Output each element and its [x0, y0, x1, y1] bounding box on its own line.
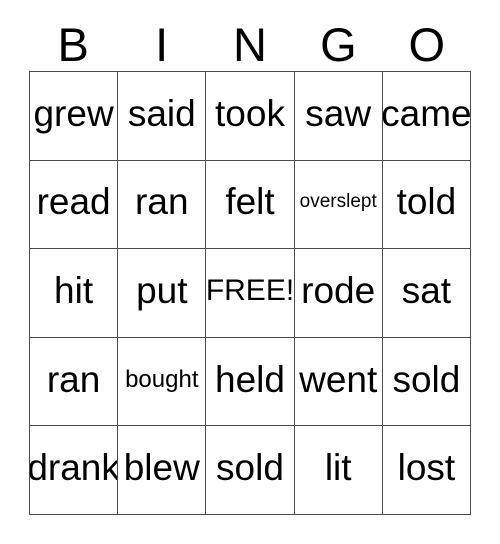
- bingo-cell-r2c0[interactable]: hit: [30, 249, 119, 338]
- bingo-cell-label: told: [396, 181, 457, 223]
- bingo-cell-r1c1[interactable]: ran: [118, 160, 207, 250]
- bingo-cell-label: rode: [301, 269, 376, 311]
- bingo-cell-label: grew: [33, 92, 114, 134]
- bingo-header-letter-o: O: [408, 18, 446, 71]
- bingo-header-letter-g: G: [320, 18, 357, 71]
- bingo-cell-label: took: [215, 92, 285, 134]
- bingo-cell-r4c4[interactable]: lost: [382, 426, 471, 515]
- bingo-cell-label: ran: [135, 181, 189, 223]
- bingo-cell-r2c3[interactable]: rode: [294, 249, 383, 338]
- bingo-cell-label: blew: [123, 447, 200, 489]
- bingo-cell-r0c3[interactable]: saw: [294, 72, 383, 161]
- bingo-header-letter-i: I: [155, 18, 169, 71]
- bingo-cell-label: sat: [401, 269, 452, 311]
- bingo-cell-label: bought: [125, 366, 199, 394]
- bingo-grid: grew said took saw came read ran felt ov…: [29, 71, 471, 515]
- bingo-cell-label: went: [299, 358, 378, 400]
- bingo-cell-label: saw: [305, 92, 372, 134]
- bingo-cell-label: held: [215, 358, 285, 400]
- bingo-cell-r0c2[interactable]: took: [206, 72, 295, 161]
- bingo-cell-r3c2[interactable]: held: [206, 337, 295, 427]
- bingo-cell-label: drank: [30, 447, 119, 489]
- bingo-cell-r1c0[interactable]: read: [30, 160, 119, 250]
- bingo-cell-r1c2[interactable]: felt: [206, 160, 295, 250]
- bingo-cell-r3c1[interactable]: bought: [118, 337, 207, 427]
- bingo-cell-r2c4[interactable]: sat: [382, 249, 471, 338]
- bingo-cell-label: ran: [46, 358, 101, 400]
- bingo-cell-r2c1[interactable]: put: [118, 249, 207, 338]
- bingo-cell-r4c1[interactable]: blew: [118, 426, 207, 515]
- bingo-cell-label: put: [136, 269, 188, 311]
- bingo-cell-r4c3[interactable]: lit: [294, 426, 383, 515]
- bingo-cell-label: came: [382, 92, 471, 134]
- bingo-cell-r3c4[interactable]: sold: [382, 337, 471, 427]
- bingo-cell-label: hit: [54, 269, 94, 311]
- bingo-cell-label: sold: [216, 447, 284, 489]
- bingo-cell-label: overslept: [299, 191, 377, 213]
- bingo-cell-r4c2[interactable]: sold: [206, 426, 295, 515]
- bingo-header-row: B I N G O: [29, 18, 471, 70]
- bingo-cell-r4c0[interactable]: drank: [30, 426, 119, 515]
- bingo-cell-label: felt: [225, 181, 275, 223]
- bingo-cell-r3c0[interactable]: ran: [30, 337, 119, 427]
- bingo-free-space-label: FREE!: [206, 274, 295, 308]
- bingo-cell-label: said: [127, 92, 196, 134]
- bingo-card: B I N G O grew said took saw came read r…: [0, 0, 500, 544]
- bingo-cell-free-space[interactable]: FREE!: [206, 249, 295, 338]
- bingo-header-letter-n: N: [233, 18, 267, 71]
- bingo-cell-r1c4[interactable]: told: [382, 160, 471, 250]
- bingo-header-letter-b: B: [57, 18, 89, 71]
- bingo-cell-r0c1[interactable]: said: [118, 72, 207, 161]
- bingo-cell-r0c0[interactable]: grew: [30, 72, 119, 161]
- bingo-cell-label: sold: [392, 358, 461, 400]
- bingo-cell-r1c3[interactable]: overslept: [294, 160, 383, 250]
- bingo-cell-label: lit: [324, 447, 352, 489]
- bingo-cell-r0c4[interactable]: came: [382, 72, 471, 161]
- bingo-cell-r3c3[interactable]: went: [294, 337, 383, 427]
- bingo-cell-label: lost: [397, 447, 456, 489]
- bingo-cell-label: read: [36, 181, 111, 223]
